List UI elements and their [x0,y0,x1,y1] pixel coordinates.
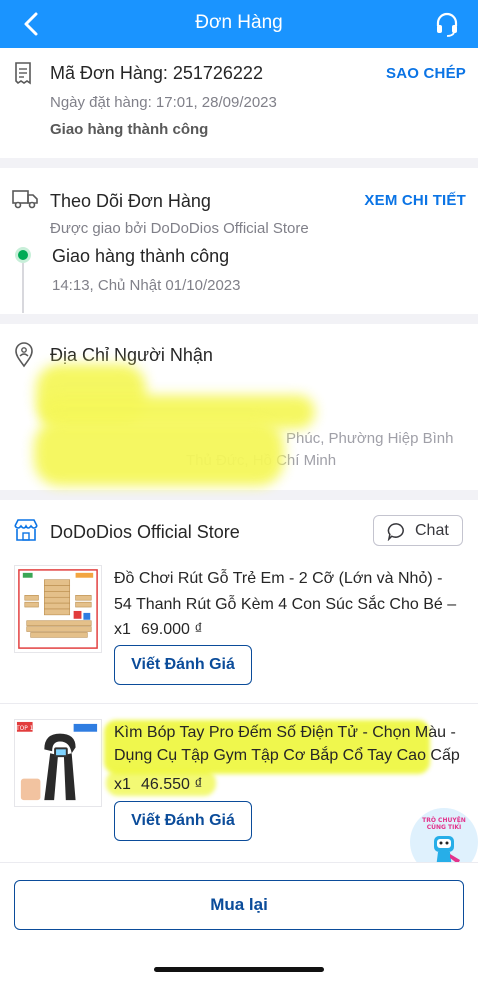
tracking-title: Theo Dõi Đơn Hàng [50,191,211,211]
buy-again-button[interactable]: Mua lại [14,880,464,930]
page-title: Đơn Hàng [195,12,283,33]
order-code: Mã Đơn Hàng: 251726222 [50,63,263,83]
tiki-chat-label-1: TRÒ CHUYỆN [422,816,466,824]
order-status: Giao hàng thành công [50,121,209,138]
store-name: DoDoDios Official Store [50,522,240,542]
location-pin-icon [15,342,33,368]
product-price: 46.550 ₫ [141,776,203,793]
product-thumbnail[interactable]: TOP 1 [14,719,102,807]
home-indicator [154,967,324,972]
product-divider [0,703,478,704]
headset-icon[interactable] [434,11,460,37]
tracking-event-time: 14:13, Chủ Nhật 01/10/2023 [52,277,241,294]
tracking-event-status: Giao hàng thành công [52,246,230,266]
chat-label: Chat [415,522,449,539]
product-badge: TOP 1 [15,726,34,732]
hand-grip-image: TOP 1 [15,720,101,806]
tiki-chat-label-2: CÙNG TIKI [427,824,462,831]
product-quantity: x1 [114,776,131,793]
address-redaction [34,420,284,486]
store-icon [14,519,38,541]
copy-order-code-button[interactable]: SAO CHÉP [386,65,466,82]
product-price: 69.000 ₫ [141,621,203,638]
address-title: Địa Chỉ Người Nhận [50,345,213,365]
product-name-line[interactable]: Dụng Cụ Tập Gym Tập Cơ Bắp Cổ Tay Cao Cấ… [114,743,466,769]
product-name-line[interactable]: Đồ Chơi Rút Gỗ Trẻ Em - 2 Cỡ (Lớn và Nhỏ… [114,566,466,592]
delivery-truck-icon [12,190,38,209]
app-header: Đơn Hàng [0,0,478,48]
product-name-line[interactable]: 54 Thanh Rút Gỗ Kèm 4 Con Súc Sắc Cho Bé… [114,592,466,618]
timeline-line [22,263,24,313]
write-review-button[interactable]: Viết Đánh Giá [114,645,252,685]
chat-button[interactable]: Chat [373,515,463,546]
wooden-blocks-image [18,569,98,649]
write-review-button[interactable]: Viết Đánh Giá [114,801,252,841]
chat-bubble-icon [387,523,404,541]
product-thumbnail[interactable] [14,565,102,653]
receipt-icon [15,62,31,85]
product-quantity: x1 [114,621,131,638]
timeline-status-dot [15,247,31,263]
address-line-1: Phúc, Phường Hiệp Bình [286,430,454,447]
order-date: Ngày đặt hàng: 17:01, 28/09/2023 [50,94,277,111]
view-tracking-details-button[interactable]: XEM CHI TIẾT [364,192,466,209]
shipped-by-text: Được giao bởi DoDoDios Official Store [50,220,309,237]
